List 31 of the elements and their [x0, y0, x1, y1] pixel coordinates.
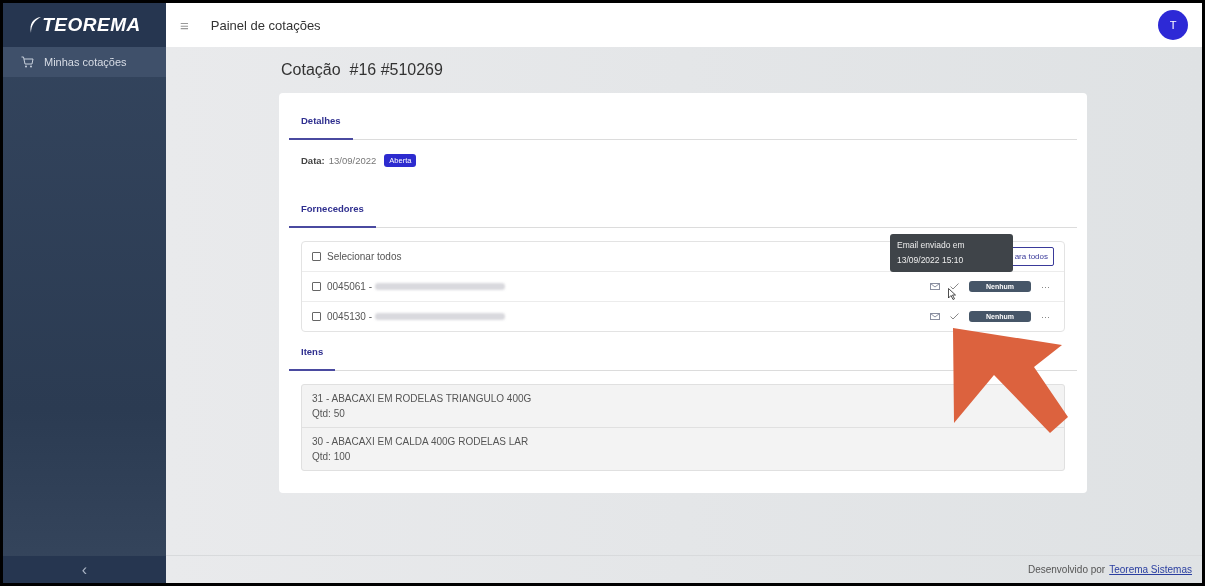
- user-avatar[interactable]: T: [1158, 10, 1188, 40]
- item-quantity: Qtd: 100: [312, 450, 352, 464]
- item-name: 30 - ABACAXI EM CALDA 400G RODELAS LAR: [312, 435, 530, 449]
- item-name: 31 - ABACAXI EM RODELAS TRIANGULO 400G: [312, 392, 533, 406]
- mail-icon[interactable]: [930, 313, 940, 320]
- supplier-code: 0045061 -: [327, 281, 374, 292]
- section-tab[interactable]: Fornecedores: [289, 189, 376, 228]
- date-value: 13/09/2022: [328, 155, 377, 166]
- check-icon: [950, 313, 959, 320]
- date-label: Data:: [301, 155, 325, 166]
- footer-text: Desenvolvido por: [1027, 564, 1106, 575]
- more-button[interactable]: ···: [1041, 281, 1050, 292]
- section-tab[interactable]: Itens: [289, 332, 336, 371]
- mouse-cursor-icon: [948, 288, 956, 300]
- checkbox[interactable]: [312, 252, 321, 261]
- collapse-button[interactable]: ‹: [81, 560, 88, 579]
- select-all-label: Selecionar todos: [327, 251, 402, 262]
- section-tab[interactable]: Detalhes: [289, 101, 353, 140]
- page-header-title: Painel de cotações: [210, 17, 322, 33]
- more-button[interactable]: ···: [1041, 311, 1050, 322]
- item-quantity: Qtd: 50: [312, 407, 346, 421]
- checkbox[interactable]: [312, 282, 321, 291]
- footer-link[interactable]: Teorema Sistemas: [1109, 564, 1192, 575]
- supplier-code: 0045130 -: [327, 311, 374, 322]
- cart-icon: [21, 56, 34, 68]
- tooltip: Email enviado em 13/09/2022 15:10: [890, 234, 1013, 272]
- sidebar-item[interactable]: Minhas cotações: [3, 47, 166, 77]
- page-title: Cotação #16 #510269: [281, 61, 443, 78]
- logo-text: TEOREMA: [42, 14, 141, 36]
- checkbox[interactable]: [312, 312, 321, 321]
- mail-icon[interactable]: [930, 283, 940, 290]
